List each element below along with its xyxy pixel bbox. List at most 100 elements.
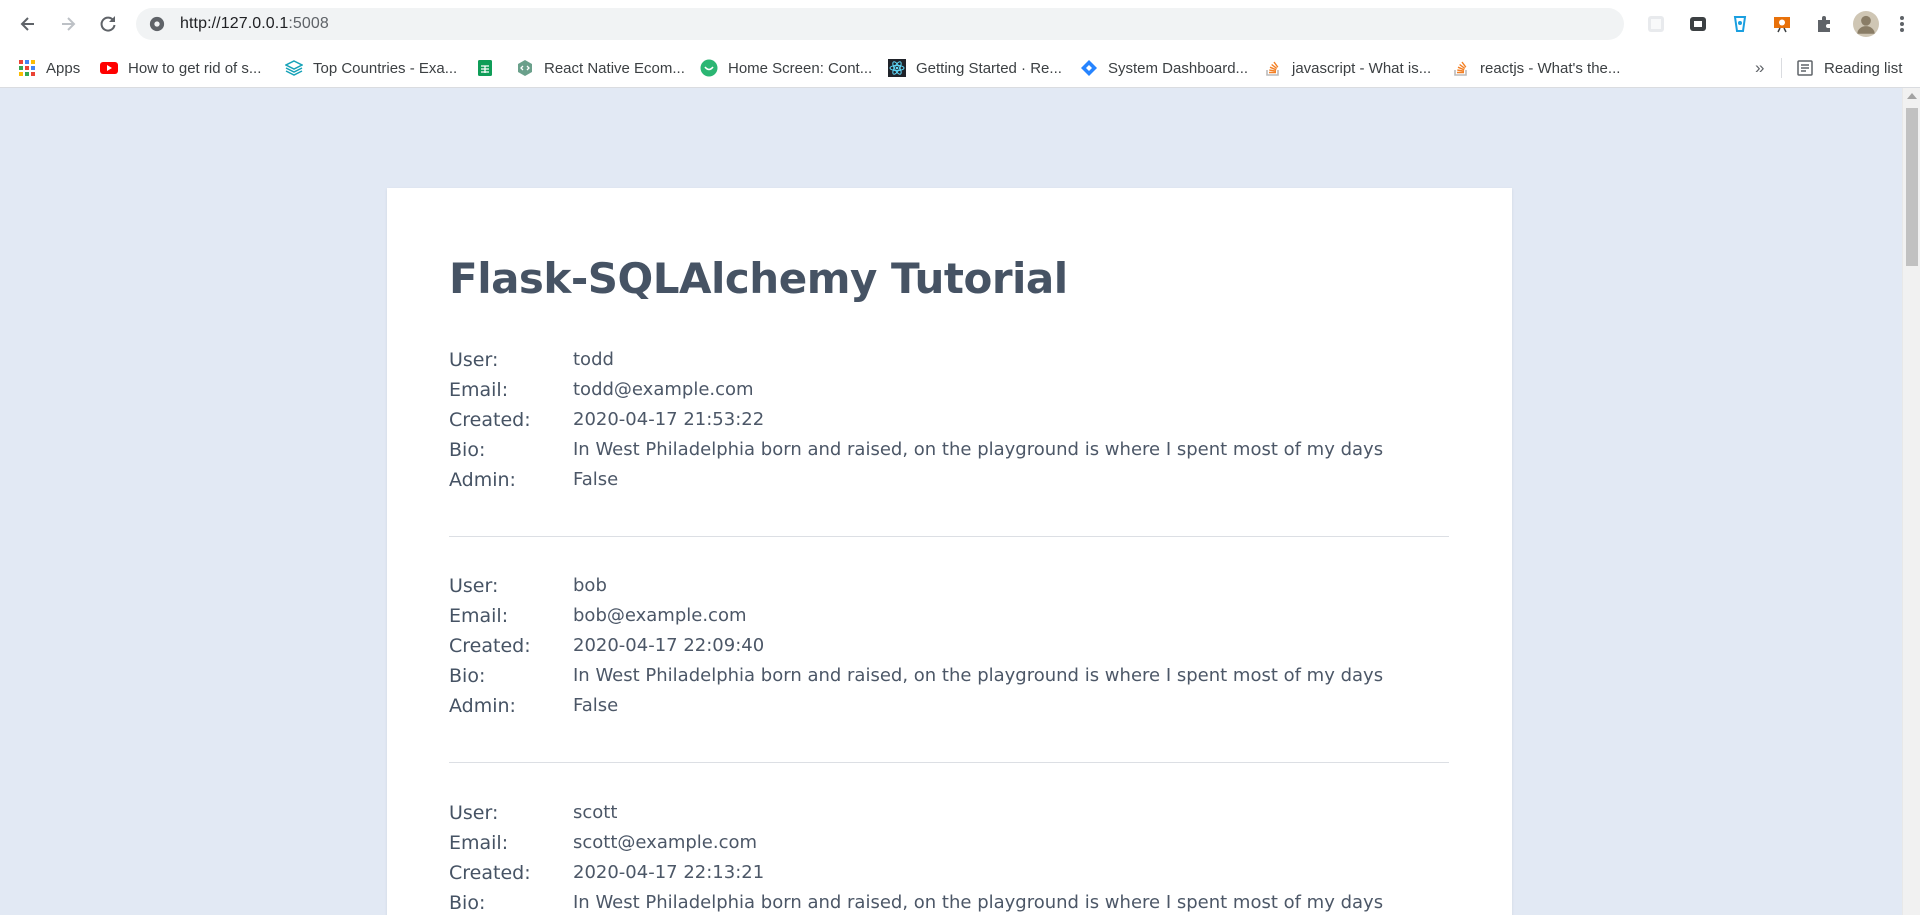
- bookmark-react-native-ecom[interactable]: React Native Ecom...: [516, 56, 685, 80]
- bookmarks-bar: Apps How to get rid of s... Top Countrie…: [0, 48, 1920, 88]
- bio-row: Bio: In West Philadelphia born and raise…: [449, 892, 1449, 915]
- extension-plug[interactable]: [1682, 8, 1714, 40]
- bookmark-reactjs-so[interactable]: reactjs - What's the...: [1452, 56, 1620, 80]
- created-value: 2020-04-17 22:13:21: [573, 862, 765, 883]
- grey-square-icon: [1648, 16, 1664, 32]
- admin-row: Admin: False: [449, 695, 1449, 725]
- url-port: :5008: [288, 15, 329, 32]
- bio-value: In West Philadelphia born and raised, on…: [573, 892, 1384, 913]
- site-info-icon[interactable]: [148, 15, 166, 33]
- user-value: todd: [573, 349, 614, 370]
- bookmark-label: Top Countries - Exa...: [313, 59, 458, 77]
- reading-list-icon: [1796, 59, 1814, 77]
- user-entry: User: bob Email: bob@example.com Created…: [449, 575, 1449, 725]
- user-value: scott: [573, 802, 618, 823]
- user-entry: User: todd Email: todd@example.com Creat…: [449, 349, 1449, 499]
- bio-label: Bio:: [449, 439, 486, 461]
- user-value: bob: [573, 575, 607, 596]
- email-row: Email: bob@example.com: [449, 605, 1449, 635]
- admin-value: False: [573, 695, 619, 716]
- bio-row: Bio: In West Philadelphia born and raise…: [449, 665, 1449, 695]
- presentation-icon: [1774, 17, 1790, 33]
- email-row: Email: scott@example.com: [449, 832, 1449, 862]
- back-button[interactable]: [14, 10, 42, 38]
- apps-grid-icon: [18, 59, 36, 77]
- bookmark-label: Home Screen: Cont...: [728, 59, 873, 77]
- stackoverflow-icon: [1264, 59, 1282, 77]
- email-label: Email:: [449, 379, 509, 401]
- admin-label: Admin:: [449, 469, 516, 491]
- bookmark-sheets[interactable]: [476, 56, 504, 80]
- email-row: Email: todd@example.com: [449, 379, 1449, 409]
- scroll-thumb[interactable]: [1906, 108, 1918, 266]
- bookmark-label: How to get rid of s...: [128, 59, 262, 77]
- plug-icon: [1690, 17, 1706, 31]
- extensions-area: [1630, 8, 1912, 40]
- forward-button[interactable]: [54, 10, 82, 38]
- user-row: User: todd: [449, 349, 1449, 379]
- reload-button[interactable]: [94, 10, 122, 38]
- bookmark-label: Apps: [46, 59, 81, 77]
- entry-divider: [449, 536, 1449, 537]
- youtube-icon: [100, 59, 118, 77]
- admin-value: False: [573, 469, 619, 490]
- bookmark-label: Getting Started · Re...: [916, 59, 1062, 77]
- browser-toolbar: http://127.0.0.1:5008: [0, 0, 1920, 48]
- bio-row: Bio: In West Philadelphia born and raise…: [449, 439, 1449, 469]
- layers-icon: [285, 59, 303, 77]
- entry-divider: [449, 762, 1449, 763]
- created-row: Created: 2020-04-17 22:09:40: [449, 635, 1449, 665]
- reading-list-label: Reading list: [1824, 59, 1903, 77]
- bio-value: In West Philadelphia born and raised, on…: [573, 665, 1384, 686]
- profile-button[interactable]: [1850, 8, 1882, 40]
- bookmark-top-countries[interactable]: Top Countries - Exa...: [285, 56, 457, 80]
- created-row: Created: 2020-04-17 21:53:22: [449, 409, 1449, 439]
- email-value: bob@example.com: [573, 605, 747, 626]
- sheets-icon: [476, 59, 494, 77]
- content-card: Flask-SQLAlchemy Tutorial User: todd Ema…: [387, 188, 1512, 915]
- created-value: 2020-04-17 21:53:22: [573, 409, 765, 430]
- scroll-up-arrow-icon[interactable]: [1907, 93, 1917, 99]
- bookmark-apps[interactable]: Apps: [18, 56, 80, 80]
- extensions-button[interactable]: [1808, 8, 1840, 40]
- code-hex-icon: [516, 59, 534, 77]
- avatar-icon: [1853, 11, 1879, 37]
- created-row: Created: 2020-04-17 22:13:21: [449, 862, 1449, 892]
- bookmark-javascript-so[interactable]: javascript - What is...: [1264, 56, 1431, 80]
- created-value: 2020-04-17 22:09:40: [573, 635, 765, 656]
- admin-row: Admin: False: [449, 469, 1449, 499]
- user-label: User:: [449, 349, 499, 371]
- email-label: Email:: [449, 832, 509, 854]
- kebab-menu-icon: [1900, 16, 1904, 32]
- bio-label: Bio:: [449, 665, 486, 687]
- user-row: User: bob: [449, 575, 1449, 605]
- extension-grey-square[interactable]: [1640, 8, 1672, 40]
- reading-list-button[interactable]: Reading list: [1796, 56, 1902, 80]
- bookmark-system-dashboard[interactable]: System Dashboard...: [1080, 56, 1248, 80]
- reload-icon: [100, 16, 116, 32]
- user-row: User: scott: [449, 802, 1449, 832]
- bookmark-label: reactjs - What's the...: [1480, 59, 1621, 77]
- bookmark-youtube[interactable]: How to get rid of s...: [100, 56, 261, 80]
- page-scrollbar[interactable]: [1902, 88, 1920, 915]
- bookmark-home-screen[interactable]: Home Screen: Cont...: [700, 56, 872, 80]
- user-entry: User: scott Email: scott@example.com Cre…: [449, 802, 1449, 915]
- green-circle-icon: [700, 59, 718, 77]
- stackoverflow-icon: [1452, 59, 1470, 77]
- bookmark-label: System Dashboard...: [1108, 59, 1249, 77]
- cup-icon: [1733, 16, 1747, 32]
- browser-menu-button[interactable]: [1892, 8, 1912, 40]
- bookmark-label: React Native Ecom...: [544, 59, 685, 77]
- extension-presentation[interactable]: [1766, 8, 1798, 40]
- user-label: User:: [449, 575, 499, 597]
- email-value: scott@example.com: [573, 832, 758, 853]
- user-label: User:: [449, 802, 499, 824]
- bookmarks-divider: [1781, 58, 1782, 78]
- bookmark-label: javascript - What is...: [1292, 59, 1432, 77]
- url-text: http://127.0.0.1:5008: [180, 15, 329, 33]
- created-label: Created:: [449, 635, 531, 657]
- address-bar[interactable]: http://127.0.0.1:5008: [136, 8, 1624, 40]
- bookmark-getting-started[interactable]: Getting Started · Re...: [888, 56, 1062, 80]
- extension-cup[interactable]: [1724, 8, 1756, 40]
- bookmarks-overflow-button[interactable]: »: [1755, 56, 1764, 80]
